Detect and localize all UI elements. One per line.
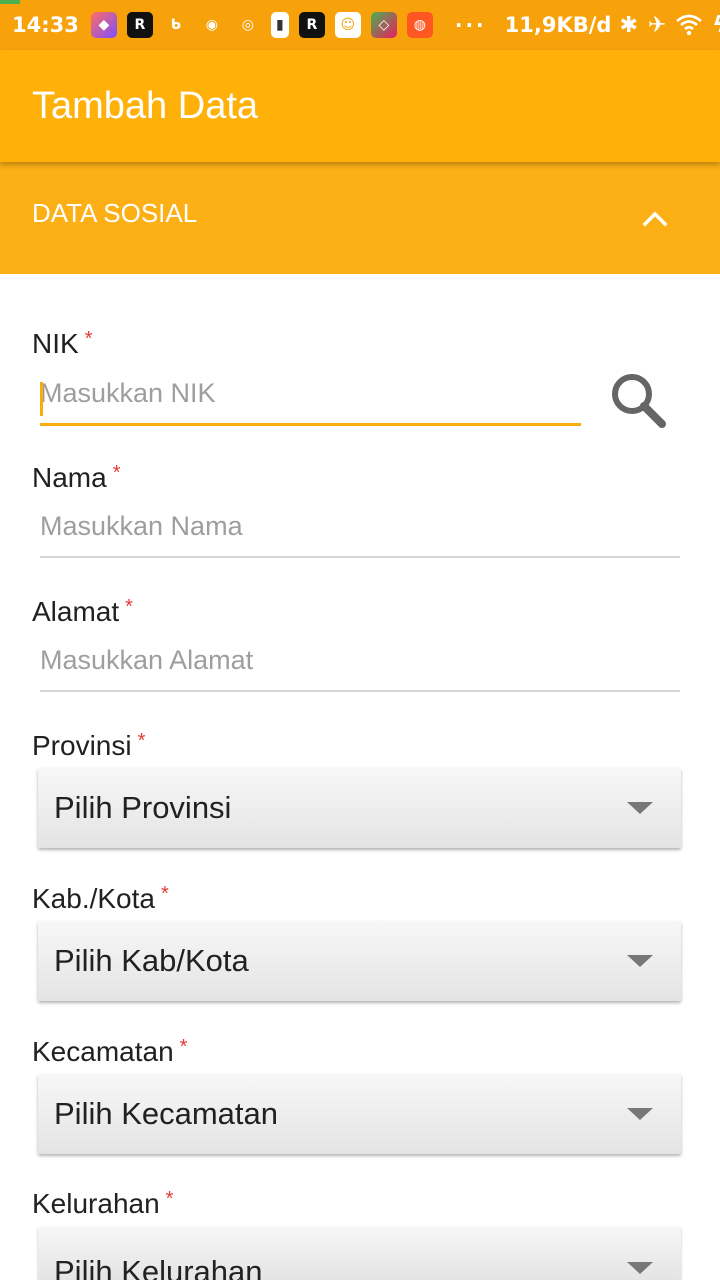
section-title: DATA SOSIAL [32, 197, 198, 228]
nik-input[interactable] [40, 374, 581, 426]
charging-icon: ϟ [712, 12, 720, 38]
network-speed: 11,9KB/d [504, 13, 612, 37]
kota-selected: Pilih Kab/Kota [54, 943, 249, 978]
required-marker: * [165, 1188, 174, 1210]
kota-label: Kab./Kota * [32, 883, 169, 915]
kecamatan-label-text: Kecamatan [32, 1036, 174, 1067]
bluetooth-icon: ✱ [619, 12, 638, 38]
kelurahan-label: Kelurahan * [32, 1188, 173, 1220]
app-icon-8: ☺ [334, 12, 361, 38]
app-icon-3: ᑲ [170, 17, 182, 33]
kota-dropdown[interactable]: Pilih Kab/Kota [38, 921, 681, 1001]
provinsi-label: Provinsi * [32, 730, 145, 762]
alamat-label-text: Alamat [32, 596, 120, 627]
chevron-up-icon[interactable] [640, 203, 670, 233]
dropdown-arrow-icon [627, 955, 653, 967]
nik-label: NIK * [32, 328, 92, 360]
provinsi-label-text: Provinsi [32, 730, 132, 761]
provinsi-dropdown[interactable]: Pilih Provinsi [38, 768, 681, 848]
section-header-data-sosial[interactable]: DATA SOSIAL [0, 162, 720, 274]
kelurahan-selected: Pilih Kelurahan [54, 1254, 263, 1280]
nik-label-text: NIK [32, 328, 79, 359]
status-indicator [0, 0, 20, 4]
system-icons: ✱ ✈ ϟ [619, 13, 720, 38]
app-icon-1: ◆ [90, 12, 117, 38]
dropdown-arrow-icon [627, 1108, 653, 1120]
alamat-input[interactable] [40, 640, 680, 692]
required-marker: * [179, 1036, 188, 1058]
provinsi-selected: Pilih Provinsi [54, 790, 232, 825]
app-icon-2: R [126, 12, 153, 38]
app-icon-10: ◍ [406, 12, 433, 38]
search-icon [612, 374, 666, 428]
app-bar: Tambah Data [0, 50, 720, 162]
more-notifications-icon: ··· [454, 13, 487, 37]
text-cursor [40, 382, 43, 416]
status-time: 14:33 [12, 13, 79, 37]
page-title: Tambah Data [32, 84, 259, 127]
required-marker: * [160, 883, 169, 905]
kota-label-text: Kab./Kota [32, 883, 155, 914]
app-icon-4: ◉ [205, 17, 218, 33]
required-marker: * [125, 596, 133, 618]
app-icon-7: R [298, 12, 325, 38]
nama-label-text: Nama [32, 462, 107, 493]
status-bar: 14:33 ◆ R ᑲ ◉ ◎ ▮ R ☺ ◇ ◍ ··· 11,9KB/d ✱… [0, 0, 720, 50]
kelurahan-label-text: Kelurahan [32, 1188, 160, 1219]
app-icon-5: ◎ [241, 17, 254, 33]
app-icon-9: ◇ [370, 12, 397, 38]
dropdown-arrow-icon [627, 802, 653, 814]
airplane-icon: ✈ [647, 12, 667, 38]
required-marker: * [84, 328, 93, 350]
required-marker: * [112, 462, 121, 484]
wifi-icon [676, 14, 703, 36]
kecamatan-label: Kecamatan * [32, 1036, 187, 1068]
notification-icons: ◆ R ᑲ ◉ ◎ ▮ R ☺ ◇ ◍ [90, 12, 433, 38]
app-icon-6: ▮ [270, 12, 289, 38]
kecamatan-dropdown[interactable]: Pilih Kecamatan [38, 1074, 681, 1154]
required-marker: * [137, 730, 146, 752]
alamat-label: Alamat * [32, 596, 133, 628]
dropdown-arrow-icon [627, 1262, 653, 1274]
nama-input[interactable] [40, 506, 680, 558]
kelurahan-dropdown[interactable]: Pilih Kelurahan [38, 1227, 681, 1280]
kecamatan-selected: Pilih Kecamatan [54, 1096, 279, 1131]
search-nik-button[interactable] [606, 368, 670, 432]
nama-label: Nama * [32, 462, 121, 494]
